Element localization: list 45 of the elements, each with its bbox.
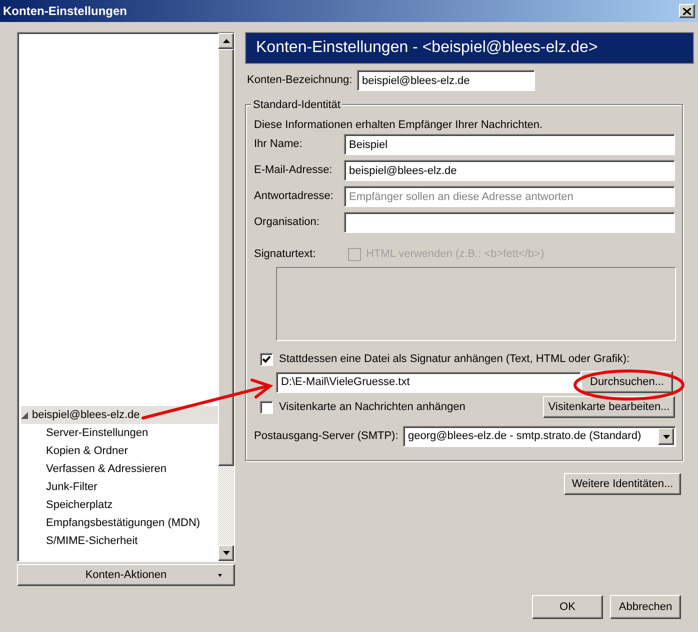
dialog-button[interactable]: OK	[532, 595, 603, 619]
dropdown-icon	[218, 574, 222, 577]
tree-item[interactable]: beispiel@blees-elz.de	[21, 406, 218, 424]
field-label: Ihr Name:	[254, 137, 304, 152]
scrollbar-thumb[interactable]	[218, 49, 234, 466]
scrollbar[interactable]	[218, 33, 234, 561]
field-label: E-Mail-Adresse:	[254, 163, 334, 178]
tree-item[interactable]: Speicherplatz	[21, 496, 218, 514]
field-label: Antwortadresse:	[254, 189, 334, 204]
checkbox[interactable]	[260, 400, 273, 414]
down-arrow-icon	[222, 551, 230, 555]
input-field[interactable]: Empfänger sollen an diese Adresse antworten	[344, 186, 675, 207]
tree-item[interactable]: S/MIME-Sicherheit	[21, 532, 218, 550]
checkbox[interactable]	[260, 352, 273, 366]
dropdown-icon	[662, 434, 670, 438]
input-field[interactable]: beispiel@blees-elz.de	[357, 70, 535, 91]
smtp-dropdown[interactable]: georg@blees-elz.de - smtp.strato.de (Standard)	[403, 426, 676, 447]
input-field[interactable]: D:\E-Mail\VieleGruesse.txt	[276, 372, 581, 392]
input-field[interactable]: Beispiel	[344, 134, 675, 155]
window-title: Konten-Einstellungen	[3, 3, 127, 20]
description-text: Diese Informationen erhalten Empfänger Ihrer Nachrichten.	[254, 118, 544, 132]
tree-label: beispiel@blees-elz.de	[32, 408, 140, 423]
page-header: Konten-Einstellungen - <beispiel@blees-elz.de>	[245, 32, 694, 64]
tree-item[interactable]: Junk-Filter	[21, 478, 218, 496]
up-arrow-icon	[222, 39, 230, 43]
close-button[interactable]	[679, 4, 695, 18]
field-label: Konten-Bezeichnung:	[247, 73, 354, 88]
tree-item[interactable]: Empfangsbestätigungen (MDN)	[21, 514, 218, 532]
dialog-button[interactable]: Abbrechen	[610, 595, 681, 619]
field-label: Signaturtext:	[254, 246, 317, 262]
checkbox-label: Stattdessen eine Datei als Signatur anhängen (Text, HTML oder Grafik):	[279, 352, 630, 367]
input-field[interactable]: beispiel@blees-elz.de	[344, 160, 675, 181]
account-actions-button[interactable]: Konten-Aktionen	[17, 564, 235, 586]
dropdown-value: georg@blees-elz.de - smtp.strato.de (Standard)	[408, 429, 642, 444]
input-field[interactable]	[344, 212, 675, 233]
field-label: Postausgang-Server (SMTP):	[254, 429, 400, 444]
checkbox-label: Visitenkarte an Nachrichten anhängen	[279, 400, 466, 415]
edit-vcard-button[interactable]: Visitenkarte bearbeiten...	[543, 396, 675, 418]
more-identities-button[interactable]: Weitere Identitäten...	[564, 473, 681, 495]
expanded-icon	[21, 412, 28, 418]
close-icon	[683, 8, 691, 14]
tree-item[interactable]: Server-Einstellungen	[21, 424, 218, 442]
field-label: Organisation:	[254, 215, 320, 230]
tree-item[interactable]: Verfassen & Adressieren	[21, 460, 218, 478]
tree-item[interactable]: Kopien & Ordner	[21, 442, 218, 460]
